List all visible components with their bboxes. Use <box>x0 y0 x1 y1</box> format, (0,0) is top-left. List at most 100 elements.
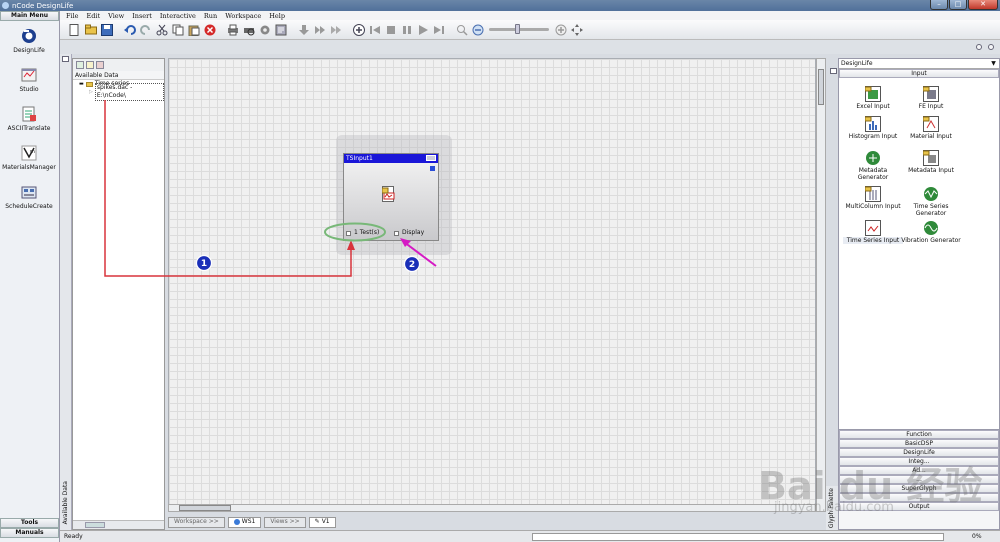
glyph-title: TSInput1 <box>346 155 373 162</box>
palette-item-metadata-generator[interactable]: Metadata Generator <box>843 150 903 181</box>
minimize-button[interactable]: – <box>930 0 948 10</box>
step-icon[interactable] <box>313 23 326 36</box>
palette-item-time-series-generator[interactable]: Time Series Generator <box>901 186 961 217</box>
close-window-button[interactable]: ✕ <box>968 0 998 10</box>
main-menu-item-schedule-create[interactable]: ScheduleCreate <box>0 177 58 216</box>
panel-close-icon[interactable] <box>988 44 994 50</box>
menu-run[interactable]: Run <box>204 12 217 20</box>
palette-section-input[interactable]: Input <box>839 69 999 78</box>
manuals-header[interactable]: Manuals <box>0 528 59 538</box>
palette-item-histogram-input[interactable]: Histogram Input <box>843 116 903 140</box>
glyph-output-port[interactable]: 1 Test(s) <box>346 229 379 237</box>
available-data-side-tab[interactable]: Available Data <box>60 54 72 530</box>
main-menu-label: MaterialsManager <box>2 164 56 171</box>
redo-icon[interactable] <box>139 23 152 36</box>
collapse-icon[interactable]: ▬ <box>79 80 84 88</box>
tools-header[interactable]: Tools <box>0 518 59 528</box>
expand-icon[interactable]: ▷ <box>89 88 93 96</box>
status-text: Ready <box>64 533 83 540</box>
glyph-title-bar[interactable]: TSInput1 <box>344 154 438 163</box>
pause-icon[interactable] <box>400 23 413 36</box>
print-icon[interactable] <box>226 23 239 36</box>
palette-item-fe-input[interactable]: FE Input <box>901 86 961 110</box>
chevron-down-icon[interactable]: ▼ <box>990 60 997 67</box>
available-data-panel: Available Data ▬ Time series ▷ spikes.da… <box>72 58 165 530</box>
settings-gear-icon[interactable] <box>258 23 271 36</box>
workspace-tab-header[interactable]: Workspace >> <box>168 516 225 528</box>
tree-file-label[interactable]: spikes.dac - E:\nCode\ <box>94 83 164 101</box>
progress-bar <box>532 533 944 541</box>
palette-item-vibration-generator[interactable]: Vibration Generator <box>901 220 961 244</box>
main-menu-item-materials-manager[interactable]: m MaterialsManager <box>0 138 58 177</box>
glyph-menu-button[interactable] <box>426 155 436 161</box>
paste-icon[interactable] <box>187 23 200 36</box>
menu-help[interactable]: Help <box>269 12 285 20</box>
zoom-out-icon[interactable] <box>471 23 484 36</box>
zoom-tool-icon[interactable] <box>455 23 468 36</box>
views-tab-header[interactable]: Views >> <box>264 516 306 528</box>
workspace-canvas[interactable] <box>168 58 816 512</box>
menu-insert[interactable]: Insert <box>132 12 152 20</box>
copy-icon[interactable] <box>171 23 184 36</box>
scrollbar-thumb[interactable] <box>85 522 105 528</box>
undo-icon[interactable] <box>123 23 136 36</box>
zoom-slider-knob[interactable] <box>515 24 520 34</box>
vertical-scrollbar[interactable] <box>816 58 826 512</box>
open-folder-icon[interactable] <box>86 61 94 69</box>
display-checkbox[interactable] <box>394 230 399 236</box>
zoom-slider[interactable] <box>489 24 549 34</box>
palette-item-metadata-input[interactable]: Metadata Input <box>901 150 961 174</box>
move-down-icon[interactable] <box>297 23 310 36</box>
scrollbar-thumb[interactable] <box>818 69 824 105</box>
maximize-button[interactable]: □ <box>949 0 967 10</box>
new-icon[interactable] <box>68 23 81 36</box>
tsinput-glyph[interactable]: TSInput1 1 Test(s) Display <box>343 153 439 241</box>
run-fast-icon[interactable] <box>329 23 342 36</box>
scrollbar-thumb[interactable] <box>179 505 231 511</box>
skip-back-icon[interactable] <box>368 23 381 36</box>
horizontal-scrollbar[interactable] <box>73 520 164 529</box>
cut-icon[interactable] <box>155 23 168 36</box>
main-menu-item-designlife[interactable]: DesignLife <box>0 21 58 60</box>
open-icon[interactable] <box>84 23 97 36</box>
time-series-input-icon <box>381 186 398 204</box>
palette-item-multicolumn-input[interactable]: MultiColumn Input <box>843 186 903 210</box>
menu-workspace[interactable]: Workspace <box>225 12 261 20</box>
main-menu-panel: Main Menu DesignLife Studio ASCIITransla… <box>0 11 60 542</box>
menu-interactive[interactable]: Interactive <box>160 12 196 20</box>
menu-file[interactable]: File <box>66 12 79 20</box>
port-checkbox[interactable] <box>346 230 351 236</box>
panel-option-icon[interactable] <box>976 44 982 50</box>
svg-text:m: m <box>30 149 35 155</box>
tree-row[interactable]: ▷ spikes.dac - E:\nCode\ <box>73 83 164 101</box>
skip-forward-icon[interactable] <box>432 23 445 36</box>
tab-ws1[interactable]: WS1 <box>227 516 262 528</box>
pin-icon[interactable] <box>62 56 69 62</box>
palette-category-select[interactable]: DesignLife ▼ <box>839 59 999 69</box>
properties-icon[interactable] <box>96 61 104 69</box>
delete-icon[interactable] <box>203 23 216 36</box>
main-menu-item-studio[interactable]: Studio <box>0 60 58 99</box>
refresh-icon[interactable] <box>76 61 84 69</box>
zoom-in-icon[interactable] <box>554 23 567 36</box>
palette-item-time-series-input[interactable]: Time Series Input <box>843 220 903 244</box>
save-icon[interactable] <box>100 23 113 36</box>
palette-item-excel-input[interactable]: Excel Input <box>843 86 903 110</box>
play-icon[interactable] <box>416 23 429 36</box>
menu-edit[interactable]: Edit <box>87 12 101 20</box>
properties-icon[interactable] <box>274 23 287 36</box>
palette-section-basicdsp[interactable]: BasicDSP <box>839 439 999 448</box>
palette-item-material-input[interactable]: Material Input <box>901 116 961 140</box>
palette-section-function[interactable]: Function <box>839 430 999 439</box>
print-preview-icon[interactable] <box>242 23 255 36</box>
fit-view-icon[interactable] <box>570 23 583 36</box>
tab-v1[interactable]: ✎ V1 <box>308 516 336 528</box>
menu-view[interactable]: View <box>108 12 124 20</box>
multicolumn-input-icon <box>864 186 881 202</box>
pin-icon[interactable] <box>830 68 837 74</box>
main-menu-item-ascii-translate[interactable]: ASCIITranslate <box>0 99 58 138</box>
horizontal-scrollbar[interactable] <box>168 504 816 512</box>
add-circle-icon[interactable] <box>352 23 365 36</box>
stop-icon[interactable] <box>384 23 397 36</box>
glyph-display-port[interactable]: Display <box>394 229 424 237</box>
